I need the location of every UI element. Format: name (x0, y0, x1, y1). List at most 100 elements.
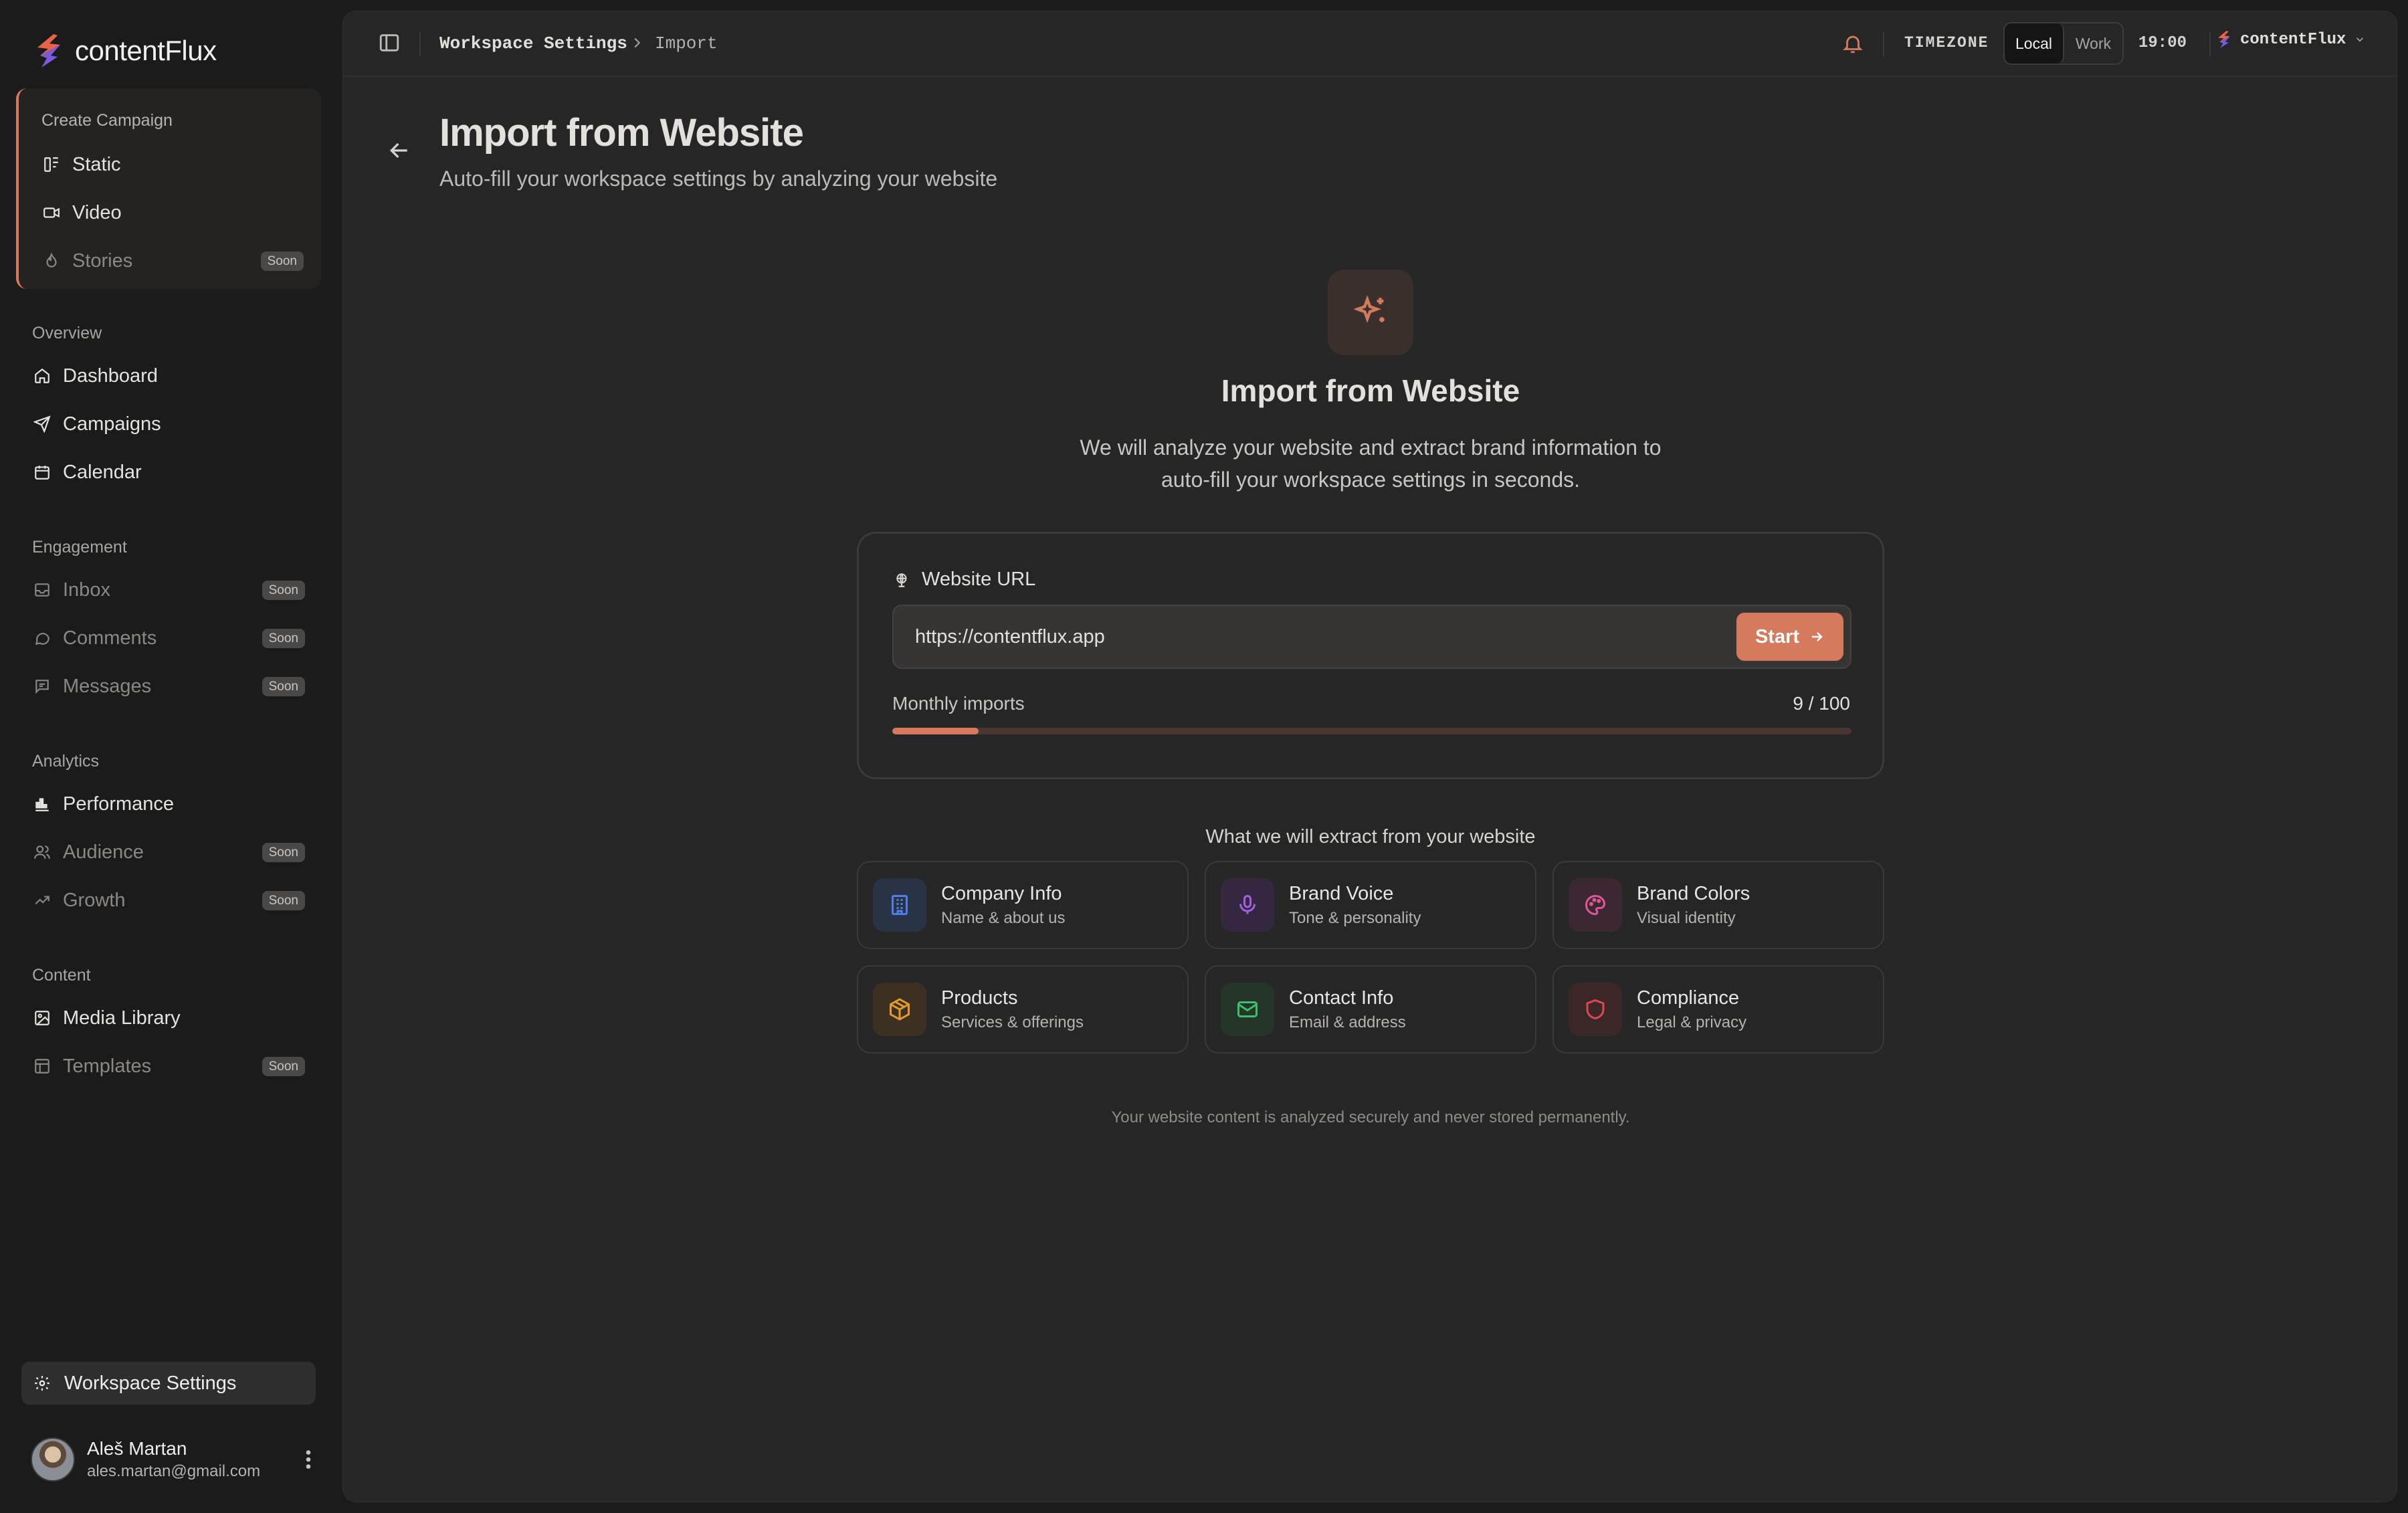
contentflux-logo-icon (2218, 31, 2230, 48)
feature-brand-colors: Brand Colors Visual identity (1552, 861, 1884, 949)
chevron-down-icon (2356, 37, 2364, 42)
section-title-overview: Overview (32, 324, 102, 342)
sidebar-item-audience[interactable]: Audience Soon (33, 833, 305, 871)
contentflux-logo-icon (37, 34, 60, 68)
divider (419, 32, 421, 56)
user-profile[interactable]: Aleš Martan ales.martan@gmail.com (31, 1435, 318, 1484)
hero-title: Import from Website (1221, 373, 1520, 408)
divider (1883, 32, 1884, 56)
website-url-card: Website URL Start Monthly imports 9 / 10… (857, 532, 1884, 779)
section-title-content: Content (32, 966, 91, 985)
sidebar-item-static[interactable]: Static (43, 146, 121, 183)
monthly-imports-count: 9 / 100 (1793, 693, 1850, 714)
more-vertical-icon[interactable] (298, 1447, 318, 1472)
workspace-switcher[interactable]: contentFlux (2216, 30, 2366, 49)
feature-icon-box (873, 878, 926, 932)
package-icon (890, 998, 910, 1021)
main-panel: Workspace Settings Import TIMEZONE Local… (342, 11, 2397, 1502)
breadcrumb-import: Import (655, 33, 718, 54)
feature-icon-box (1221, 983, 1274, 1036)
divider (2209, 32, 2211, 56)
sidebar-toggle-icon[interactable] (378, 31, 401, 54)
message-icon (35, 680, 49, 694)
shield-icon (1586, 999, 1605, 1020)
feature-contact-info: Contact Info Email & address (1205, 965, 1536, 1053)
sidebar-item-inbox[interactable]: Inbox Soon (33, 571, 305, 609)
sidebar-item-growth[interactable]: Growth Soon (33, 882, 305, 919)
bell-icon[interactable] (1841, 31, 1864, 56)
timezone-toggle: Local Work (2003, 22, 2124, 65)
chevron-right-icon (634, 37, 641, 48)
gear-icon (35, 1376, 49, 1391)
home-icon (35, 368, 49, 383)
create-campaign-panel: Create Campaign Static Video Stories Soo… (16, 88, 321, 289)
feature-brand-voice: Brand Voice Tone & personality (1205, 861, 1536, 949)
comment-icon (35, 633, 49, 645)
monthly-imports-progress (892, 728, 1851, 734)
calendar-icon (35, 466, 49, 480)
soon-badge: Soon (260, 251, 304, 271)
extract-features-grid: Company Info Name & about us Brand Voice… (857, 861, 1884, 1053)
send-icon (33, 415, 51, 433)
feature-icon-box (873, 983, 926, 1036)
mail-icon (1237, 1001, 1258, 1017)
user-email: ales.martan@gmail.com (87, 1462, 261, 1480)
section-title-analytics: Analytics (32, 752, 100, 771)
website-url-input[interactable] (894, 606, 1696, 668)
microphone-icon (1239, 895, 1256, 914)
sidebar: contentFlux Create Campaign Static Video… (0, 0, 334, 1513)
sidebar-item-calendar[interactable]: Calendar (33, 453, 142, 491)
sidebar-item-video[interactable]: Video (43, 194, 122, 231)
security-footnote: Your website content is analyzed securel… (1111, 1108, 1630, 1126)
page-subtitle: Auto-fill your workspace settings by ana… (439, 167, 998, 191)
monthly-imports-label: Monthly imports (892, 693, 1025, 714)
sidebar-item-comments[interactable]: Comments Soon (33, 619, 305, 657)
breadcrumb-workspace-settings[interactable]: Workspace Settings (439, 33, 627, 54)
soon-badge: Soon (262, 676, 305, 696)
arrow-right-icon (1812, 632, 1823, 641)
user-name: Aleš Martan (87, 1438, 187, 1459)
timezone-option-local[interactable]: Local (2005, 23, 2064, 64)
sidebar-item-performance[interactable]: Performance (33, 785, 174, 823)
sidebar-item-media-library[interactable]: Media Library (33, 999, 181, 1037)
section-title-engagement: Engagement (32, 538, 127, 557)
sidebar-item-workspace-settings[interactable]: Workspace Settings (21, 1362, 316, 1405)
extract-title: What we will extract from your website (1205, 826, 1536, 847)
topbar: Workspace Settings Import TIMEZONE Local… (343, 11, 2397, 77)
feature-icon-box (1569, 983, 1622, 1036)
video-icon (43, 207, 60, 218)
soon-badge: Soon (262, 628, 305, 648)
feature-products: Products Services & offerings (857, 965, 1189, 1053)
globe-icon (896, 573, 907, 587)
user-info: Aleš Martan ales.martan@gmail.com (87, 1438, 260, 1481)
flame-icon (46, 252, 57, 268)
back-arrow-icon[interactable] (386, 137, 413, 164)
sidebar-item-campaigns[interactable]: Campaigns (33, 405, 161, 443)
feature-compliance: Compliance Legal & privacy (1552, 965, 1884, 1053)
monthly-imports-progress-fill (892, 728, 979, 734)
feature-icon-box (1221, 878, 1274, 932)
inbox-icon (35, 583, 49, 597)
hero-description: We will analyze your website and extract… (1080, 435, 1662, 492)
feature-company-info: Company Info Name & about us (857, 861, 1189, 949)
sidebar-item-templates[interactable]: Templates Soon (33, 1047, 305, 1085)
brand-name: contentFlux (75, 35, 217, 66)
start-button[interactable]: Start (1736, 613, 1843, 661)
bar-chart-icon (35, 798, 49, 811)
sidebar-item-dashboard[interactable]: Dashboard (33, 357, 158, 395)
soon-badge: Soon (262, 580, 305, 600)
brand[interactable]: contentFlux (33, 31, 217, 71)
url-field: Start (892, 605, 1851, 669)
timezone-option-work[interactable]: Work (2064, 23, 2122, 64)
building-icon (892, 895, 908, 915)
sidebar-item-messages[interactable]: Messages Soon (33, 668, 305, 705)
website-url-label: Website URL (894, 569, 1035, 591)
avatar (31, 1437, 75, 1482)
sidebar-item-stories[interactable]: Stories Soon (43, 242, 304, 280)
workspace-name: contentFlux (2240, 30, 2346, 49)
soon-badge: Soon (262, 842, 305, 862)
users-icon (34, 845, 50, 859)
feature-icon-box (1569, 878, 1622, 932)
soon-badge: Soon (262, 890, 305, 910)
sparkles-icon (1353, 295, 1385, 324)
